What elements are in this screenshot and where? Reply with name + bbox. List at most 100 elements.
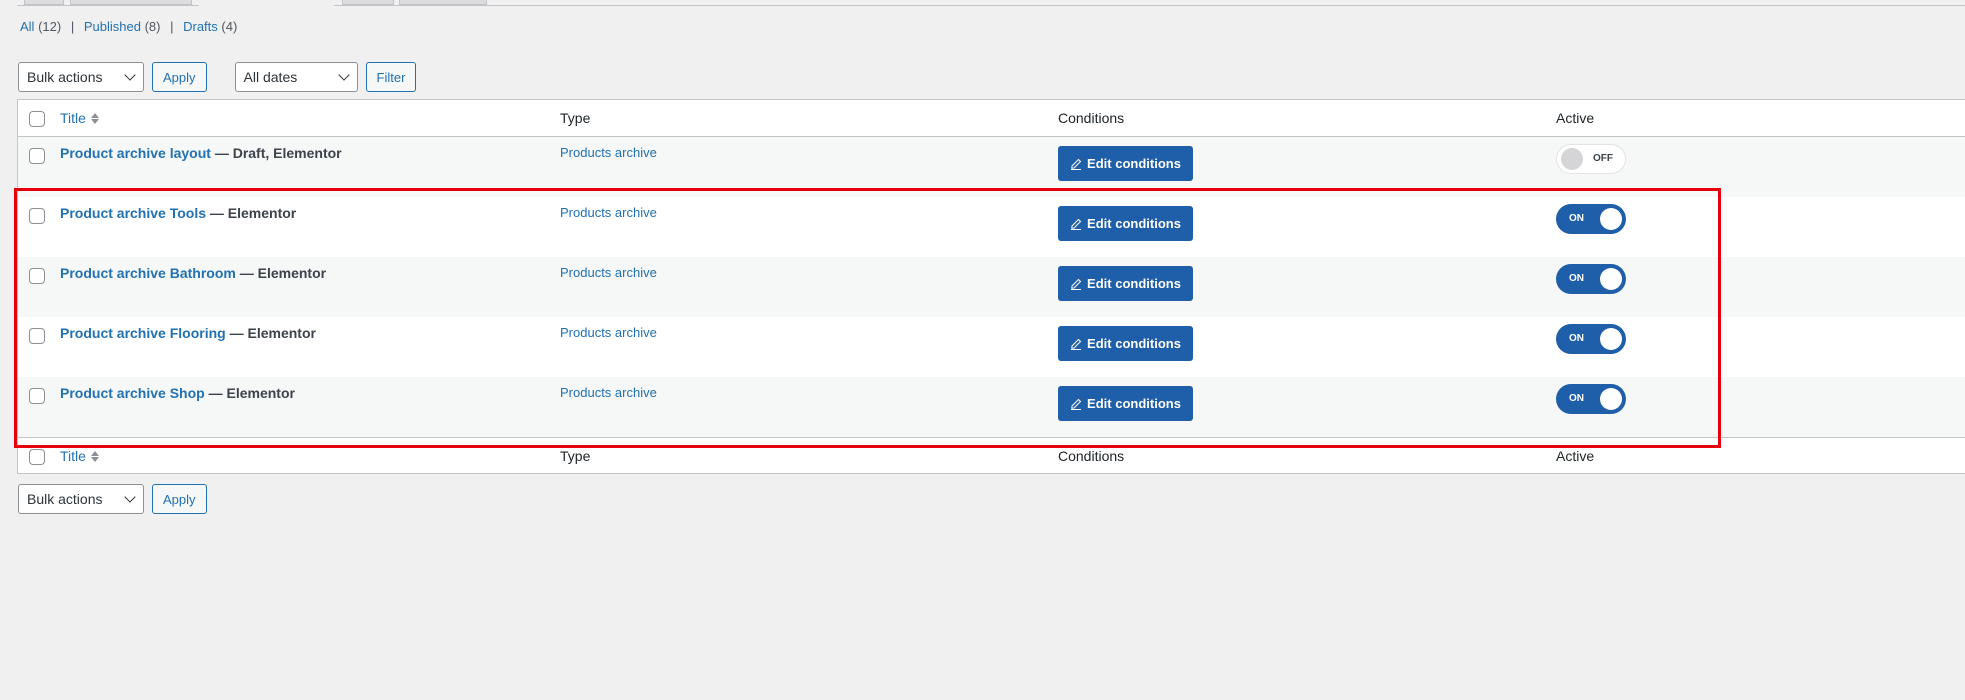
pencil-icon [1071,278,1082,290]
row-checkbox[interactable] [29,208,45,224]
tablenav-top: Bulk actions Apply All dates Filter [18,62,417,92]
edit-conditions-label: Edit conditions [1087,216,1181,231]
template-type-link[interactable]: Products archive [560,205,657,220]
apply-button-bottom[interactable]: Apply [152,484,207,514]
template-status: — Elementor [204,385,295,401]
dates-select[interactable]: All dates [234,62,358,92]
status-filter-links: All (12) | Published (8) | Drafts (4) [20,19,237,34]
template-status: — Elementor [225,325,316,341]
table-footer: Title Type Conditions Active [18,437,1965,473]
edit-conditions-label: Edit conditions [1087,396,1181,411]
template-status: — Elementor [235,265,327,281]
tab[interactable] [399,0,487,5]
table-row: Product archive Flooring — Elementor Pro… [18,317,1965,377]
templates-table: Title Type Conditions Active Product arc… [17,99,1965,474]
filter-all-link[interactable]: All [20,19,34,34]
filter-drafts-count: (4) [221,19,238,34]
template-title-link[interactable]: Product archive layout [60,145,211,161]
filter-drafts-link[interactable]: Drafts [183,19,218,34]
chevron-down-icon [124,69,136,81]
table-row: Product archive Shop — Elementor Product… [18,377,1965,437]
template-title-link[interactable]: Product archive Bathroom [60,265,236,281]
active-toggle[interactable]: OFF [1556,144,1626,174]
column-title-label: Title [60,448,86,464]
toggle-knob [1561,148,1583,170]
title-cell: Product archive Flooring — Elementor [60,325,316,341]
select-all-checkbox[interactable] [29,449,45,465]
toggle-knob [1600,388,1622,410]
tab[interactable] [70,0,192,5]
tab-strip [0,0,1965,6]
template-type-link[interactable]: Products archive [560,385,657,400]
table-row: Product archive layout — Draft, Elemento… [18,137,1965,197]
filter-all-count: (12) [38,19,62,34]
template-title-link[interactable]: Product archive Flooring [60,325,226,341]
edit-conditions-label: Edit conditions [1087,276,1181,291]
tab-strip-line [17,5,199,6]
row-checkbox[interactable] [29,148,45,164]
sort-icon [90,112,99,124]
column-title-sort[interactable]: Title [60,448,99,464]
template-title-link[interactable]: Product archive Tools [60,205,206,221]
active-toggle[interactable]: ON [1556,264,1626,294]
edit-conditions-button[interactable]: Edit conditions [1058,386,1193,421]
column-title-label: Title [60,110,86,126]
column-conditions: Conditions [1058,110,1125,126]
template-title-link[interactable]: Product archive Shop [60,385,205,401]
edit-conditions-button[interactable]: Edit conditions [1058,146,1193,181]
row-checkbox[interactable] [29,268,45,284]
bulk-actions-select[interactable]: Bulk actions [18,62,144,92]
toggle-knob [1600,268,1622,290]
edit-conditions-label: Edit conditions [1087,336,1181,351]
toggle-knob [1600,328,1622,350]
sort-icon [90,450,99,462]
toggle-label: OFF [1593,153,1613,164]
bulk-actions-value: Bulk actions [27,491,103,507]
dates-value: All dates [243,69,298,85]
edit-conditions-label: Edit conditions [1087,156,1181,171]
active-toggle[interactable]: ON [1556,324,1626,354]
template-type-link[interactable]: Products archive [560,325,657,340]
title-cell: Product archive Shop — Elementor [60,385,295,401]
toggle-label: ON [1569,393,1584,404]
bulk-actions-select-bottom[interactable]: Bulk actions [18,484,144,514]
column-title-sort[interactable]: Title [60,110,99,126]
edit-conditions-button[interactable]: Edit conditions [1058,266,1193,301]
active-toggle[interactable]: ON [1556,384,1626,414]
column-active: Active [1556,110,1595,126]
column-conditions: Conditions [1058,448,1125,464]
pencil-icon [1071,338,1082,350]
tab[interactable] [342,0,394,5]
tab[interactable] [24,0,64,5]
pencil-icon [1071,158,1082,170]
select-all-checkbox[interactable] [29,111,45,127]
template-type-link[interactable]: Products archive [560,145,657,160]
tablenav-bottom: Bulk actions Apply [18,484,207,514]
separator: | [70,19,75,34]
title-cell: Product archive Bathroom — Elementor [60,265,326,281]
chevron-down-icon [124,491,136,503]
filter-button[interactable]: Filter [365,62,417,92]
edit-conditions-button[interactable]: Edit conditions [1058,206,1193,241]
filter-published-link[interactable]: Published [84,19,141,34]
bulk-actions-value: Bulk actions [27,69,103,85]
active-toggle[interactable]: ON [1556,204,1626,234]
toggle-label: ON [1569,213,1584,224]
title-cell: Product archive Tools — Elementor [60,205,296,221]
tab-strip-line [334,5,1965,6]
table-row: Product archive Tools — Elementor Produc… [18,197,1965,257]
table-row: Product archive Bathroom — Elementor Pro… [18,257,1965,317]
apply-button[interactable]: Apply [152,62,207,92]
pencil-icon [1071,218,1082,230]
column-type: Type [560,448,591,464]
edit-conditions-button[interactable]: Edit conditions [1058,326,1193,361]
row-checkbox[interactable] [29,388,45,404]
filter-published-count: (8) [144,19,161,34]
title-cell: Product archive layout — Draft, Elemento… [60,145,342,161]
template-status: — Elementor [206,205,297,221]
template-status: — Draft, Elementor [210,145,342,161]
column-active: Active [1556,448,1595,464]
row-checkbox[interactable] [29,328,45,344]
pencil-icon [1071,398,1082,410]
template-type-link[interactable]: Products archive [560,265,657,280]
